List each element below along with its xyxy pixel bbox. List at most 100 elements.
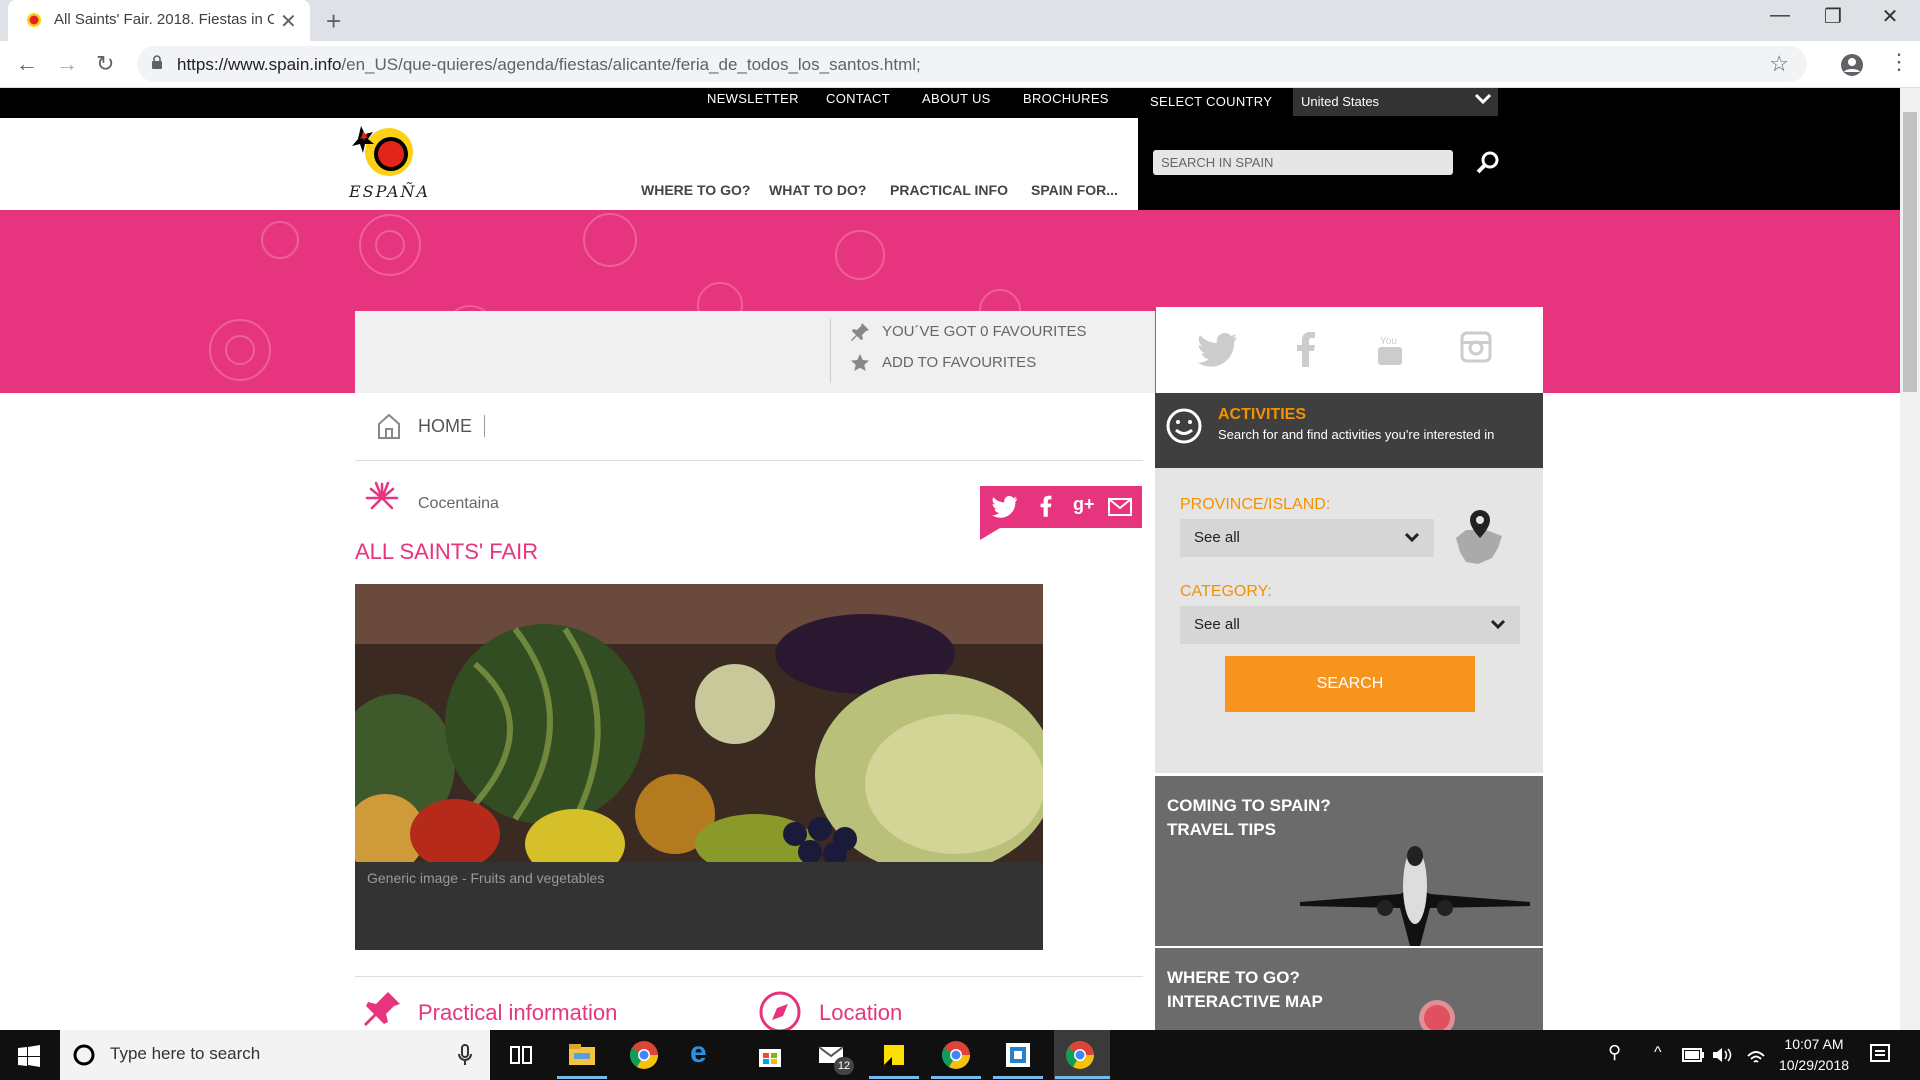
edge-icon[interactable]: e	[690, 1036, 707, 1070]
activities-subtitle: Search for and find activities you're in…	[1218, 427, 1495, 442]
breadcrumb-home[interactable]: HOME	[418, 416, 472, 437]
site-header: ESPAÑA WHERE TO GO? WHAT TO DO? PRACTICA…	[0, 118, 1138, 210]
twitter-icon[interactable]	[1198, 333, 1238, 367]
back-icon[interactable]: ←	[16, 51, 38, 77]
smiley-icon	[1166, 408, 1202, 444]
nav-practical-info[interactable]: PRACTICAL INFO	[890, 182, 1008, 198]
facebook-icon[interactable]	[1296, 331, 1316, 367]
people-icon[interactable]: ⚲	[1608, 1042, 1621, 1063]
province-label: PROVINCE/ISLAND:	[1180, 496, 1331, 513]
file-explorer-icon[interactable]	[566, 1039, 598, 1071]
header-search-panel: SEARCH IN SPAIN	[1138, 118, 1900, 210]
cortana-icon	[73, 1044, 95, 1066]
spain-favicon-icon	[27, 13, 41, 27]
snip-tool-icon[interactable]	[1002, 1039, 1034, 1071]
system-clock[interactable]: 10:07 AM 10/29/2018	[1774, 1034, 1854, 1076]
new-tab-icon[interactable]: +	[326, 6, 341, 37]
fireworks-icon	[365, 481, 399, 510]
task-view-icon[interactable]	[505, 1039, 537, 1071]
taskbar-search-placeholder: Type here to search	[110, 1044, 261, 1063]
share-twitter-icon[interactable]	[992, 496, 1018, 518]
brochures-link[interactable]: BROCHURES	[1023, 91, 1109, 106]
activities-header: ACTIVITIES Search for and find activitie…	[1155, 393, 1543, 468]
window-close-icon[interactable]: ✕	[1860, 4, 1920, 29]
nav-where-to-go[interactable]: WHERE TO GO?	[641, 182, 750, 198]
star-icon[interactable]	[850, 353, 870, 373]
youtube-icon[interactable]: You	[1376, 331, 1404, 367]
store-icon[interactable]	[754, 1039, 786, 1071]
event-title: ALL SAINTS' FAIR	[355, 539, 539, 564]
promo-travel-tips-line1: COMING TO SPAIN?	[1167, 796, 1331, 815]
url-text: https://www.spain.info/en_US/que-quieres…	[177, 55, 921, 75]
travel-tips-promo[interactable]: COMING TO SPAIN? TRAVEL TIPS	[1155, 776, 1543, 946]
active-indicator	[1055, 1076, 1110, 1079]
browser-tab[interactable]: All Saints' Fair. 2018. Fiestas in Co ✕	[8, 0, 310, 41]
share-googleplus-icon[interactable]: g+	[1073, 494, 1095, 515]
search-icon[interactable]	[1475, 150, 1501, 176]
add-to-favourites-link[interactable]: ADD TO FAVOURITES	[882, 354, 1036, 371]
category-select[interactable]: See all	[1180, 606, 1520, 644]
vegetables-image	[355, 584, 1043, 862]
minimize-icon[interactable]: —	[1750, 4, 1810, 27]
bookmark-star-icon[interactable]: ☆	[1769, 51, 1789, 77]
tab-title: All Saints' Fair. 2018. Fiestas in Co	[54, 11, 274, 28]
address-bar[interactable]: https://www.spain.info/en_US/que-quieres…	[137, 46, 1807, 82]
activity-search-button[interactable]: SEARCH	[1225, 656, 1475, 712]
nav-what-to-do[interactable]: WHAT TO DO?	[769, 182, 866, 198]
forward-icon[interactable]: →	[56, 51, 78, 77]
airplane-icon	[1300, 846, 1530, 946]
location-heading[interactable]: Location	[819, 1000, 902, 1026]
volume-icon[interactable]	[1712, 1046, 1732, 1064]
browser-toolbar: ← → ↻ https://www.spain.info/en_US/que-q…	[0, 41, 1920, 88]
favourites-count: YOU´VE GOT 0 FAVOURITES	[882, 323, 1087, 340]
chrome-icon[interactable]	[1064, 1039, 1096, 1071]
active-indicator	[557, 1076, 607, 1079]
contact-link[interactable]: CONTACT	[826, 91, 890, 106]
windows-start-icon[interactable]	[18, 1045, 40, 1067]
microphone-icon[interactable]	[458, 1044, 472, 1066]
scrollbar-thumb[interactable]	[1903, 112, 1917, 392]
about-us-link[interactable]: ABOUT US	[922, 91, 991, 106]
sticky-notes-icon[interactable]	[878, 1039, 910, 1071]
share-bar: g+	[980, 486, 1142, 540]
notification-center-icon[interactable]	[1870, 1044, 1892, 1066]
chevron-up-icon[interactable]: ^	[1654, 1044, 1662, 1062]
nav-spain-for[interactable]: SPAIN FOR...	[1031, 182, 1118, 198]
share-facebook-icon[interactable]	[1040, 494, 1052, 518]
chrome-icon[interactable]	[940, 1039, 972, 1071]
clock-date: 10/29/2018	[1778, 1057, 1850, 1073]
chevron-down-icon	[1490, 619, 1506, 630]
home-icon[interactable]	[377, 413, 401, 439]
url-host: https://www.spain.info	[177, 55, 342, 74]
flag-tail	[980, 528, 1000, 540]
instagram-icon[interactable]	[1460, 331, 1492, 363]
map-marker-icon	[1419, 1000, 1455, 1030]
event-location: Cocentaina	[418, 495, 499, 512]
pin-icon	[364, 992, 400, 1026]
lock-icon	[152, 55, 162, 69]
windows-taskbar: Type here to search e 12 ⚲ ^ 10:07 AM 10…	[0, 1030, 1920, 1080]
menu-icon[interactable]: ⋮	[1888, 49, 1910, 75]
taskbar-search-box[interactable]: Type here to search	[60, 1030, 490, 1080]
country-select[interactable]: United States	[1293, 88, 1498, 116]
activity-filter-panel: PROVINCE/ISLAND: See all CATEGORY: See a…	[1155, 468, 1543, 773]
practical-information-heading[interactable]: Practical information	[418, 1000, 617, 1026]
svg-text:You: You	[1380, 336, 1397, 347]
profile-icon[interactable]	[1840, 53, 1864, 77]
site-search-input[interactable]: SEARCH IN SPAIN	[1153, 150, 1453, 175]
tab-close-icon[interactable]: ✕	[280, 9, 297, 34]
share-email-icon[interactable]	[1108, 498, 1132, 516]
event-image	[355, 584, 1043, 862]
wifi-icon[interactable]	[1746, 1046, 1766, 1064]
interactive-map-promo[interactable]: WHERE TO GO? INTERACTIVE MAP	[1155, 948, 1543, 1030]
divider	[484, 415, 485, 437]
browser-tab-strip: All Saints' Fair. 2018. Fiestas in Co ✕ …	[0, 0, 1920, 41]
select-country-label: SELECT COUNTRY	[1150, 94, 1273, 109]
chrome-icon[interactable]	[628, 1039, 660, 1071]
newsletter-link[interactable]: NEWSLETTER	[707, 91, 799, 106]
battery-icon[interactable]	[1682, 1048, 1704, 1062]
category-label: CATEGORY:	[1180, 583, 1272, 600]
province-select[interactable]: See all	[1180, 519, 1434, 557]
restore-icon[interactable]: ❐	[1803, 4, 1863, 29]
reload-icon[interactable]: ↻	[96, 51, 114, 77]
